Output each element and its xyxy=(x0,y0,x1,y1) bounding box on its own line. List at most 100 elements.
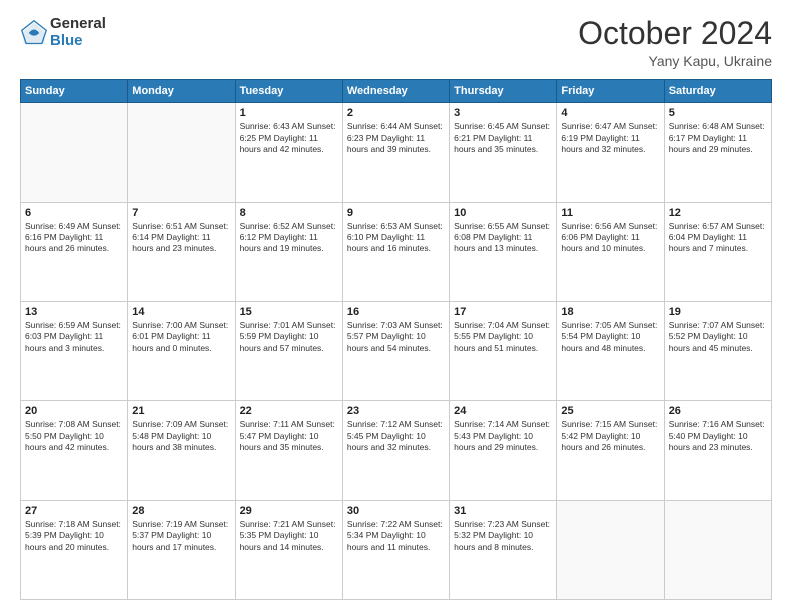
page-header: General Blue October 2024 Yany Kapu, Ukr… xyxy=(20,16,772,69)
calendar-cell: 2 Sunrise: 6:44 AM Sunset: 6:23 PM Daylig… xyxy=(342,103,449,202)
day-detail: Sunrise: 6:51 AM Sunset: 6:14 PM Dayligh… xyxy=(132,221,230,255)
day-number: 27 xyxy=(25,505,123,517)
col-wednesday: Wednesday xyxy=(342,80,449,103)
calendar-cell: 3Sunrise: 6:45 AM Sunset: 6:21 PM Daylig… xyxy=(450,103,557,202)
day-number: 13 xyxy=(25,306,123,318)
day-number: 15 xyxy=(240,306,338,318)
calendar-cell: 19Sunrise: 7:07 AM Sunset: 5:52 PM Dayli… xyxy=(664,301,771,400)
day-detail: Sunrise: 7:14 AM Sunset: 5:43 PM Dayligh… xyxy=(454,419,552,453)
calendar-week-row: 1 Sunrise: 6:43 AM Sunset: 6:25 PM Daylig… xyxy=(21,103,772,202)
logo-text: General Blue xyxy=(50,16,106,49)
calendar-cell xyxy=(21,103,128,202)
day-detail: Sunrise: 7:08 AM Sunset: 5:50 PM Dayligh… xyxy=(25,419,123,453)
day-number: 16 xyxy=(347,306,445,318)
calendar-cell: 18Sunrise: 7:05 AM Sunset: 5:54 PM Dayli… xyxy=(557,301,664,400)
day-detail: Sunrise: 6:56 AM Sunset: 6:06 PM Dayligh… xyxy=(561,221,659,255)
day-detail: Sunrise: 7:21 AM Sunset: 5:35 PM Dayligh… xyxy=(240,519,338,553)
day-detail: Sunrise: 7:09 AM Sunset: 5:48 PM Dayligh… xyxy=(132,419,230,453)
day-detail: Sunrise: 7:18 AM Sunset: 5:39 PM Dayligh… xyxy=(25,519,123,553)
calendar-cell xyxy=(128,103,235,202)
day-number: 14 xyxy=(132,306,230,318)
day-number: 3 xyxy=(454,107,552,119)
calendar-table: Sunday Monday Tuesday Wednesday Thursday… xyxy=(20,79,772,600)
day-detail: Sunrise: 7:15 AM Sunset: 5:42 PM Dayligh… xyxy=(561,419,659,453)
day-detail: Sunrise: 7:23 AM Sunset: 5:32 PM Dayligh… xyxy=(454,519,552,553)
day-number: 18 xyxy=(561,306,659,318)
day-detail: Sunrise: 6:59 AM Sunset: 6:03 PM Dayligh… xyxy=(25,320,123,354)
calendar-cell: 15Sunrise: 7:01 AM Sunset: 5:59 PM Dayli… xyxy=(235,301,342,400)
calendar-cell: 28Sunrise: 7:19 AM Sunset: 5:37 PM Dayli… xyxy=(128,500,235,599)
calendar-cell: 5 Sunrise: 6:48 AM Sunset: 6:17 PM Daylig… xyxy=(664,103,771,202)
calendar-cell: 6 Sunrise: 6:49 AM Sunset: 6:16 PM Daylig… xyxy=(21,202,128,301)
calendar-cell xyxy=(664,500,771,599)
day-number: 8 xyxy=(240,207,338,219)
day-detail: Sunrise: 6:44 AM Sunset: 6:23 PM Dayligh… xyxy=(347,121,445,155)
calendar-cell: 16 Sunrise: 7:03 AM Sunset: 5:57 PM Dayli… xyxy=(342,301,449,400)
title-block: October 2024 Yany Kapu, Ukraine xyxy=(578,16,772,69)
day-detail: Sunrise: 7:07 AM Sunset: 5:52 PM Dayligh… xyxy=(669,320,767,354)
day-number: 7 xyxy=(132,207,230,219)
col-friday: Friday xyxy=(557,80,664,103)
calendar-week-row: 6 Sunrise: 6:49 AM Sunset: 6:16 PM Daylig… xyxy=(21,202,772,301)
day-detail: Sunrise: 6:43 AM Sunset: 6:25 PM Dayligh… xyxy=(240,121,338,155)
day-number: 12 xyxy=(669,207,767,219)
day-number: 2 xyxy=(347,107,445,119)
day-number: 17 xyxy=(454,306,552,318)
calendar-cell: 23 Sunrise: 7:12 AM Sunset: 5:45 PM Dayli… xyxy=(342,401,449,500)
day-number: 30 xyxy=(347,505,445,517)
day-number: 29 xyxy=(240,505,338,517)
calendar-cell: 21 Sunrise: 7:09 AM Sunset: 5:48 PM Dayli… xyxy=(128,401,235,500)
day-number: 31 xyxy=(454,505,552,517)
day-detail: Sunrise: 6:53 AM Sunset: 6:10 PM Dayligh… xyxy=(347,221,445,255)
calendar-week-row: 13 Sunrise: 6:59 AM Sunset: 6:03 PM Dayli… xyxy=(21,301,772,400)
day-number: 20 xyxy=(25,405,123,417)
calendar-cell: 20 Sunrise: 7:08 AM Sunset: 5:50 PM Dayli… xyxy=(21,401,128,500)
day-number: 1 xyxy=(240,107,338,119)
calendar-cell: 4 Sunrise: 6:47 AM Sunset: 6:19 PM Daylig… xyxy=(557,103,664,202)
calendar-cell: 14 Sunrise: 7:00 AM Sunset: 6:01 PM Dayli… xyxy=(128,301,235,400)
day-detail: Sunrise: 7:00 AM Sunset: 6:01 PM Dayligh… xyxy=(132,320,230,354)
calendar-cell: 13 Sunrise: 6:59 AM Sunset: 6:03 PM Dayli… xyxy=(21,301,128,400)
logo-icon xyxy=(20,19,48,47)
day-number: 28 xyxy=(132,505,230,517)
day-number: 6 xyxy=(25,207,123,219)
calendar-cell: 31 Sunrise: 7:23 AM Sunset: 5:32 PM Dayli… xyxy=(450,500,557,599)
day-number: 22 xyxy=(240,405,338,417)
day-number: 25 xyxy=(561,405,659,417)
day-detail: Sunrise: 6:52 AM Sunset: 6:12 PM Dayligh… xyxy=(240,221,338,255)
calendar-week-row: 20 Sunrise: 7:08 AM Sunset: 5:50 PM Dayli… xyxy=(21,401,772,500)
logo-general-text: General xyxy=(50,16,106,33)
logo: General Blue xyxy=(20,16,106,49)
day-detail: Sunrise: 7:03 AM Sunset: 5:57 PM Dayligh… xyxy=(347,320,445,354)
day-number: 5 xyxy=(669,107,767,119)
day-detail: Sunrise: 7:12 AM Sunset: 5:45 PM Dayligh… xyxy=(347,419,445,453)
calendar-title: October 2024 xyxy=(578,16,772,51)
col-thursday: Thursday xyxy=(450,80,557,103)
calendar-header-row: Sunday Monday Tuesday Wednesday Thursday… xyxy=(21,80,772,103)
calendar-cell: 12 Sunrise: 6:57 AM Sunset: 6:04 PM Dayli… xyxy=(664,202,771,301)
day-number: 9 xyxy=(347,207,445,219)
calendar-cell: 27 Sunrise: 7:18 AM Sunset: 5:39 PM Dayli… xyxy=(21,500,128,599)
calendar-cell: 22Sunrise: 7:11 AM Sunset: 5:47 PM Dayli… xyxy=(235,401,342,500)
calendar-location: Yany Kapu, Ukraine xyxy=(578,53,772,69)
day-detail: Sunrise: 6:48 AM Sunset: 6:17 PM Dayligh… xyxy=(669,121,767,155)
day-number: 4 xyxy=(561,107,659,119)
calendar-cell: 11Sunrise: 6:56 AM Sunset: 6:06 PM Dayli… xyxy=(557,202,664,301)
calendar-cell: 9 Sunrise: 6:53 AM Sunset: 6:10 PM Daylig… xyxy=(342,202,449,301)
day-detail: Sunrise: 7:16 AM Sunset: 5:40 PM Dayligh… xyxy=(669,419,767,453)
calendar-cell: 26Sunrise: 7:16 AM Sunset: 5:40 PM Dayli… xyxy=(664,401,771,500)
day-detail: Sunrise: 6:57 AM Sunset: 6:04 PM Dayligh… xyxy=(669,221,767,255)
day-detail: Sunrise: 7:04 AM Sunset: 5:55 PM Dayligh… xyxy=(454,320,552,354)
day-detail: Sunrise: 6:49 AM Sunset: 6:16 PM Dayligh… xyxy=(25,221,123,255)
calendar-cell: 10Sunrise: 6:55 AM Sunset: 6:08 PM Dayli… xyxy=(450,202,557,301)
calendar-cell: 29 Sunrise: 7:21 AM Sunset: 5:35 PM Dayli… xyxy=(235,500,342,599)
calendar-cell: 24Sunrise: 7:14 AM Sunset: 5:43 PM Dayli… xyxy=(450,401,557,500)
calendar-cell: 30Sunrise: 7:22 AM Sunset: 5:34 PM Dayli… xyxy=(342,500,449,599)
day-detail: Sunrise: 6:47 AM Sunset: 6:19 PM Dayligh… xyxy=(561,121,659,155)
day-number: 23 xyxy=(347,405,445,417)
calendar-week-row: 27 Sunrise: 7:18 AM Sunset: 5:39 PM Dayli… xyxy=(21,500,772,599)
calendar-cell xyxy=(557,500,664,599)
calendar-cell: 7 Sunrise: 6:51 AM Sunset: 6:14 PM Daylig… xyxy=(128,202,235,301)
day-number: 21 xyxy=(132,405,230,417)
calendar-cell: 25 Sunrise: 7:15 AM Sunset: 5:42 PM Dayli… xyxy=(557,401,664,500)
